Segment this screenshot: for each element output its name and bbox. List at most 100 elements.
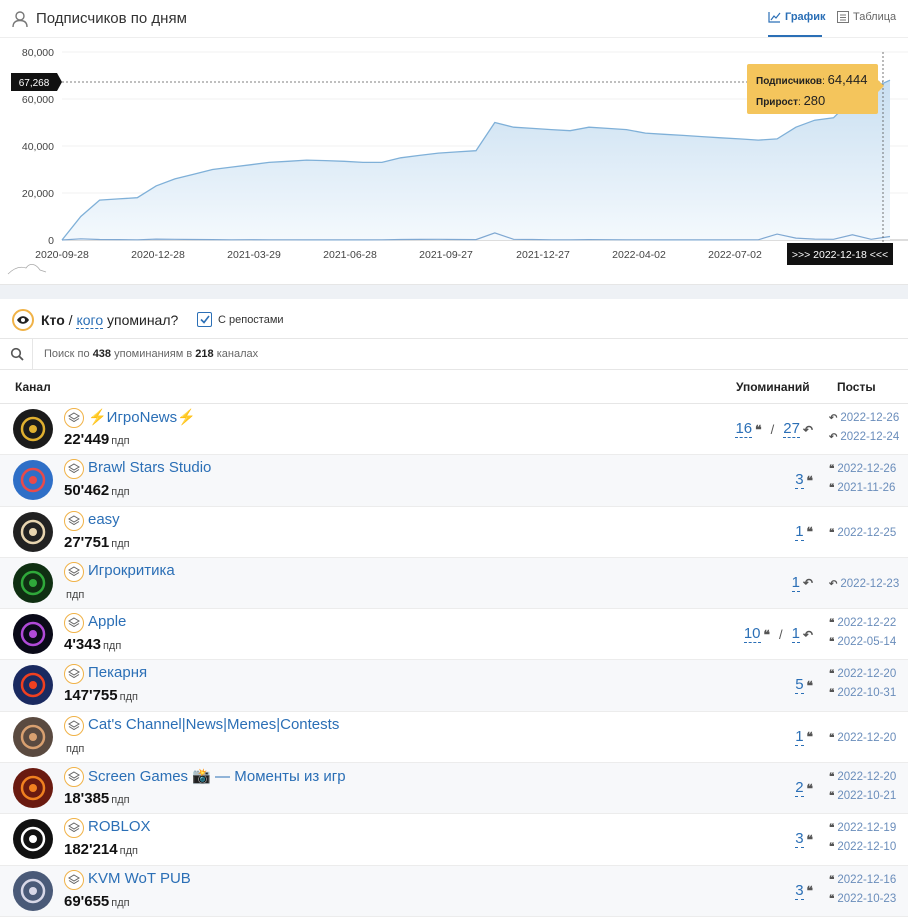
- post-link[interactable]: ❝ 2022-12-20: [829, 729, 896, 748]
- table-row[interactable]: Apple 4'343 пдп 10 ❝/1 ↶ ❝ 2022-12-22 ❝ 2022-05-1…: [0, 609, 908, 661]
- post-link[interactable]: ↶ 2022-12-23: [829, 575, 899, 594]
- chart-header: Подписчиков по дням График Таблица: [0, 0, 908, 38]
- tab-graph[interactable]: График: [768, 11, 826, 23]
- mention-count[interactable]: 10: [743, 626, 761, 644]
- channel-name[interactable]: KVM WoT PUB: [88, 870, 191, 887]
- channel-subscribers: пдп: [66, 588, 85, 601]
- search-divider: [32, 339, 33, 370]
- post-link[interactable]: ❝ 2022-10-31: [829, 684, 896, 703]
- column-posts[interactable]: Посты: [837, 380, 876, 394]
- quote-icon: ❝: [829, 842, 835, 854]
- post-link[interactable]: ❝ 2022-12-20: [829, 768, 896, 787]
- mentions-cell: 5 ❝: [795, 677, 813, 695]
- channel-name[interactable]: easy: [88, 511, 120, 528]
- post-link[interactable]: ❝ 2022-12-16: [829, 871, 896, 890]
- post-link[interactable]: ❝ 2022-12-20: [829, 665, 896, 684]
- channel-name[interactable]: Cat's Channel|News|Memes|Contests: [88, 716, 339, 733]
- channel-avatar[interactable]: [13, 409, 53, 449]
- post-link[interactable]: ❝ 2022-12-22: [829, 614, 896, 633]
- mentions-search[interactable]: Поиск по 438 упоминаниям в 218 каналах: [0, 339, 908, 370]
- channel-avatar[interactable]: [13, 819, 53, 860]
- posts-cell: ❝ 2022-12-26 ❝ 2021-11-26: [829, 460, 896, 498]
- post-link[interactable]: ❝ 2022-10-23: [829, 890, 896, 909]
- x-tick-label: 2021-06-28: [323, 249, 377, 261]
- tab-table-label: Таблица: [853, 11, 897, 23]
- mentions-cell: 1 ↶: [791, 574, 813, 592]
- subscribers-chart[interactable]: 80,000 60,000 40,000 20,000 0 2020-09-28 2020…: [0, 39, 908, 285]
- repost-icon: ↶: [802, 627, 813, 642]
- mention-separator: /: [770, 422, 775, 437]
- quote-icon: ❝: [829, 464, 835, 476]
- mention-count[interactable]: 2: [795, 780, 804, 798]
- tooltip-subs-value: 64,444: [828, 72, 868, 87]
- x-tick-label: 2022-04-02: [612, 249, 666, 261]
- table-row[interactable]: Screen Games 📸 — Моменты из игр 18'385 пдп…: [0, 763, 908, 815]
- mentions-cell: 3 ❝: [795, 882, 813, 900]
- post-link[interactable]: ❝ 2022-12-19: [829, 819, 896, 838]
- column-mentions[interactable]: Упоминаний: [736, 380, 810, 394]
- quote-icon: ❝: [806, 781, 813, 796]
- mention-count[interactable]: 1: [795, 523, 804, 541]
- quote-icon: ❝: [829, 772, 835, 784]
- channel-subscribers: 182'214 пдп: [64, 841, 138, 859]
- x-tick-label: 2020-12-28: [131, 249, 185, 261]
- channel-name[interactable]: Screen Games 📸 — Моменты из игр: [88, 767, 346, 785]
- table-row[interactable]: Cat's Channel|News|Memes|Contests пдп 1 ❝ ❝ 2…: [0, 712, 908, 764]
- channel-name[interactable]: Игрокритика: [88, 562, 175, 579]
- post-link[interactable]: ❝ 2021-11-26: [829, 479, 896, 498]
- tab-table[interactable]: Таблица: [837, 11, 896, 23]
- mention-count[interactable]: 3: [795, 831, 804, 849]
- mention-count[interactable]: 3: [795, 882, 804, 900]
- channel-name[interactable]: ROBLOX: [88, 818, 151, 835]
- channel-name[interactable]: Apple: [88, 613, 126, 630]
- post-link[interactable]: ↶ 2022-12-24: [829, 428, 899, 447]
- post-link[interactable]: ❝ 2022-12-10: [829, 838, 896, 857]
- who-suffix: упоминал?: [107, 312, 179, 328]
- check-icon: [199, 315, 210, 324]
- channel-name[interactable]: Brawl Stars Studio: [88, 459, 211, 476]
- channel-name[interactable]: ⚡ИгроNews⚡: [88, 408, 196, 426]
- table-row[interactable]: Пекарня 147'755 пдп 5 ❝ ❝ 2022-12-20 ❝ 2022-10-3…: [0, 660, 908, 712]
- post-link[interactable]: ❝ 2022-12-26: [829, 460, 896, 479]
- line-chart-icon: [768, 11, 781, 23]
- whom-link[interactable]: кого: [76, 312, 104, 329]
- table-row[interactable]: Brawl Stars Studio 50'462 пдп 3 ❝ ❝ 2022-12-26…: [0, 455, 908, 507]
- search-icon: [10, 347, 24, 361]
- table-row[interactable]: ROBLOX 182'214 пдп 3 ❝ ❝ 2022-12-19 ❝ 2022-12-10: [0, 814, 908, 866]
- post-link[interactable]: ❝ 2022-12-25: [829, 524, 896, 543]
- table-row[interactable]: Игрокритика пдп 1 ↶ ↶ 2022-12-23: [0, 557, 908, 610]
- repost-count[interactable]: 27: [783, 421, 800, 438]
- posts-cell: ❝ 2022-12-16 ❝ 2022-10-23: [829, 871, 896, 909]
- channel-name[interactable]: Пекарня: [88, 664, 147, 681]
- channel-avatar[interactable]: [13, 511, 53, 552]
- channel-avatar[interactable]: [13, 460, 53, 501]
- mention-count[interactable]: 5: [795, 677, 804, 695]
- channel-avatar[interactable]: [13, 870, 53, 911]
- quote-icon: ❝: [829, 483, 835, 495]
- quote-icon: ❝: [829, 893, 835, 905]
- reposts-checkbox[interactable]: [197, 312, 212, 327]
- post-link[interactable]: ❝ 2022-10-21: [829, 787, 896, 806]
- mention-count[interactable]: 16: [735, 421, 753, 438]
- mention-count[interactable]: 1: [795, 728, 804, 746]
- channel-subscribers: 4'343 пдп: [64, 636, 122, 654]
- posts-cell: ❝ 2022-12-20 ❝ 2022-10-21: [829, 768, 896, 806]
- repost-count[interactable]: 1: [791, 626, 800, 644]
- channel-avatar[interactable]: [13, 562, 53, 603]
- table-row[interactable]: easy 27'751 пдп 1 ❝ ❝ 2022-12-25: [0, 507, 908, 558]
- table-row[interactable]: KVM WoT PUB 69'655 пдп 3 ❝ ❝ 2022-12-16 ❝ 2022-1…: [0, 865, 908, 917]
- layers-icon: [64, 459, 84, 480]
- channel-avatar[interactable]: [13, 665, 53, 706]
- channel-avatar[interactable]: [13, 716, 53, 757]
- post-link[interactable]: ❝ 2022-05-14: [829, 633, 896, 652]
- channel-avatar[interactable]: [13, 768, 53, 809]
- table-row[interactable]: ⚡ИгроNews⚡ 22'449 пдп 16 ❝/27 ↶ ↶ 2022-12-26 ↶ 20…: [0, 404, 908, 456]
- search-placeholder[interactable]: Поиск по 438 упоминаниям в 218 каналах: [44, 348, 258, 360]
- channel-avatar[interactable]: [13, 614, 53, 655]
- quote-icon: ❝: [829, 823, 835, 835]
- mentions-table-body: ⚡ИгроNews⚡ 22'449 пдп 16 ❝/27 ↶ ↶ 2022-12-26 ↶ 20…: [0, 404, 908, 917]
- mention-count[interactable]: 3: [795, 472, 804, 490]
- post-link[interactable]: ↶ 2022-12-26: [829, 409, 899, 428]
- mention-count[interactable]: 1: [791, 574, 800, 592]
- quote-icon: ❝: [829, 618, 835, 630]
